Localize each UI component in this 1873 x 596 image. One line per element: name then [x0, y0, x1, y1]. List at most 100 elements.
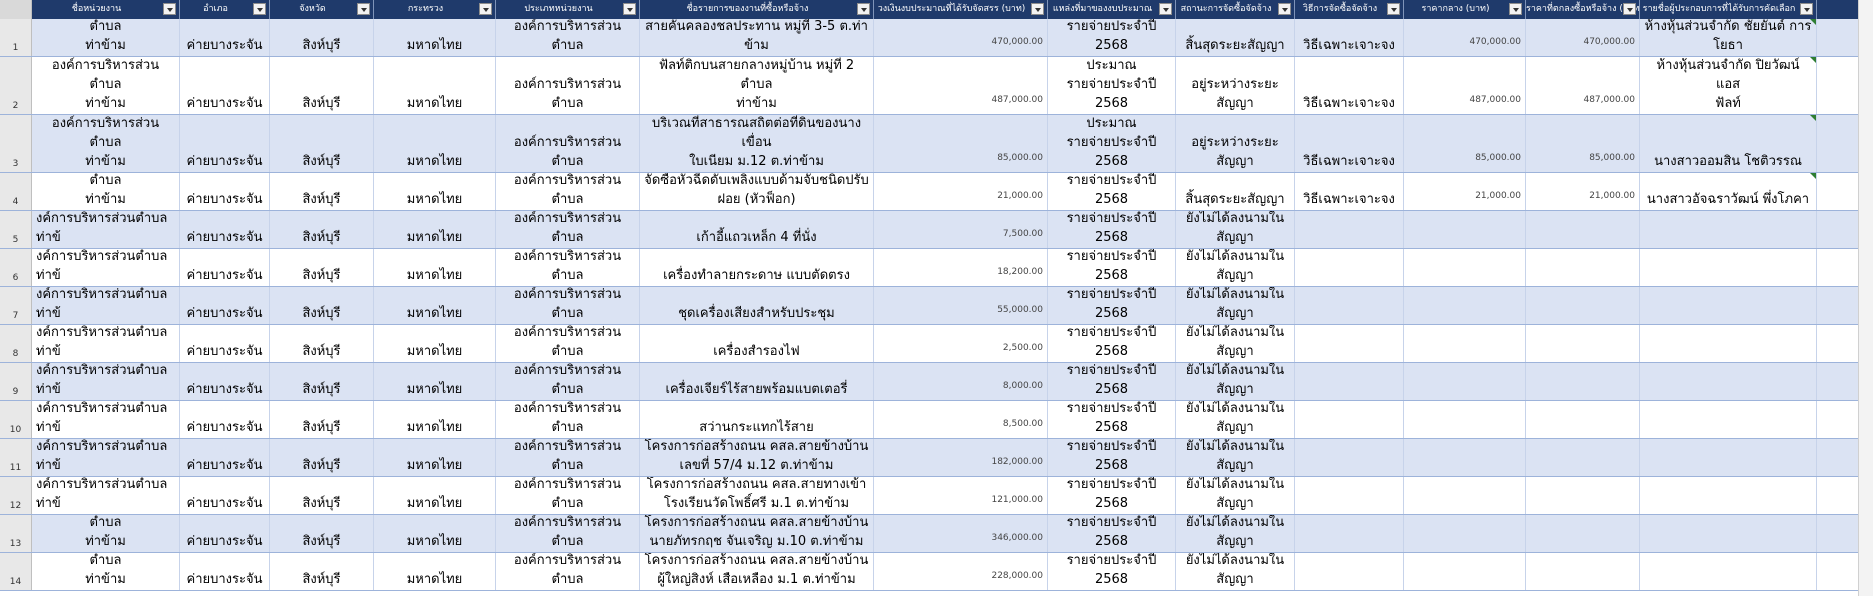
column-header-status[interactable]: สถานะการจัดซื้อจัดจ้าง	[1176, 0, 1295, 19]
cell-ministry[interactable]: มหาดไทย	[374, 249, 496, 286]
cell-type[interactable]: องค์การบริหารส่วนตำบล	[496, 325, 640, 362]
filter-dropdown-icon[interactable]	[479, 3, 492, 15]
cell-ministry[interactable]: มหาดไทย	[374, 19, 496, 56]
cell-vendor[interactable]: นางสาวออมสิน โชติวรรณ	[1640, 115, 1817, 172]
column-header-item[interactable]: ชื่อรายการของงานที่ซื้อหรือจ้าง	[640, 0, 874, 19]
cell-org[interactable]: งค์การบริหารส่วนตำบลท่าข้	[32, 363, 180, 400]
cell-province[interactable]: สิงห์บุรี	[270, 515, 374, 552]
cell-agreed[interactable]	[1526, 363, 1640, 400]
cell-ministry[interactable]: มหาดไทย	[374, 439, 496, 476]
cell-source[interactable]: ข้อบัญญัติงบประมาณ รายจ่ายประจำปี 2568	[1048, 439, 1176, 476]
column-header-district[interactable]: อำเภอ	[180, 0, 270, 19]
column-header-type[interactable]: ประเภทหน่วยงาน	[496, 0, 640, 19]
column-header-source[interactable]: แหล่งที่มาของงบประมาณ	[1048, 0, 1176, 19]
cell-source[interactable]: ข้อบัญญัติงบประมาณ รายจ่ายประจำปี 2568	[1048, 325, 1176, 362]
cell-district[interactable]: ค่ายบางระจัน	[180, 19, 270, 56]
row-number[interactable]: 2	[0, 57, 32, 114]
error-indicator-icon[interactable]	[1810, 173, 1816, 179]
cell-median[interactable]	[1404, 401, 1526, 438]
cell-item[interactable]: โครงการวางท่อระบายน้ำพร้อมบ่อพัก บริเวณท…	[640, 115, 874, 172]
table-row[interactable]: 7 งค์การบริหารส่วนตำบลท่าข้ ค่ายบางระจัน สิ…	[0, 287, 1873, 325]
cell-item[interactable]: โครงการปรับปรุงผิวจราจรเสริมผิวแอส ฟัลท์…	[640, 57, 874, 114]
filter-dropdown-icon[interactable]	[253, 3, 266, 15]
cell-budget[interactable]: 2,500.00	[874, 325, 1048, 362]
cell-item[interactable]: ค่าจ้างโครงการลงลูกรังบดอัดแน่นถนน สายคั…	[640, 19, 874, 56]
cell-status[interactable]: ยังไม่ได้ลงนามใน สัญญา	[1176, 249, 1295, 286]
cell-source[interactable]: ข้อบัญญัติงบประมาณ รายจ่ายประจำปี 2568	[1048, 249, 1176, 286]
cell-median[interactable]: 487,000.00	[1404, 57, 1526, 114]
cell-median[interactable]	[1404, 287, 1526, 324]
error-indicator-icon[interactable]	[1810, 57, 1816, 63]
cell-type[interactable]: องค์การบริหารส่วนตำบล	[496, 19, 640, 56]
cell-source[interactable]: ข้อบัญญัติงบประมาณ รายจ่ายประจำปี 2568	[1048, 363, 1176, 400]
cell-district[interactable]: ค่ายบางระจัน	[180, 477, 270, 514]
table-row[interactable]: 5 งค์การบริหารส่วนตำบลท่าข้ ค่ายบางระจัน สิ…	[0, 211, 1873, 249]
cell-item[interactable]: สว่านกระแทกไร้สาย	[640, 401, 874, 438]
cell-status[interactable]: ยังไม่ได้ลงนามใน สัญญา	[1176, 363, 1295, 400]
cell-agreed[interactable]: 487,000.00	[1526, 57, 1640, 114]
cell-status[interactable]: ยังไม่ได้ลงนามใน สัญญา	[1176, 287, 1295, 324]
cell-org[interactable]: องค์การบริหารส่วนตำบล ท่าข้าม	[32, 115, 180, 172]
cell-org[interactable]: งค์การบริหารส่วนตำบลท่าข้	[32, 211, 180, 248]
cell-agreed[interactable]: 21,000.00	[1526, 173, 1640, 210]
cell-status[interactable]: อยู่ระหว่างระยะ สัญญา	[1176, 57, 1295, 114]
filter-dropdown-icon[interactable]	[1387, 3, 1400, 15]
cell-vendor[interactable]: ห้างหุ้นส่วนจำกัด ปิยวัฒน์ แอส ฟัลท์	[1640, 57, 1817, 114]
cell-method[interactable]: วิธีเฉพาะเจาะจง	[1295, 19, 1404, 56]
filter-dropdown-icon[interactable]	[1278, 3, 1291, 15]
cell-type[interactable]: องค์การบริหารส่วนตำบล	[496, 553, 640, 590]
cell-province[interactable]: สิงห์บุรี	[270, 19, 374, 56]
row-number[interactable]: 1	[0, 19, 32, 56]
cell-type[interactable]: องค์การบริหารส่วนตำบล	[496, 401, 640, 438]
error-indicator-icon[interactable]	[1810, 19, 1816, 25]
cell-ministry[interactable]: มหาดไทย	[374, 553, 496, 590]
cell-budget[interactable]: 7,500.00	[874, 211, 1048, 248]
cell-method[interactable]	[1295, 439, 1404, 476]
row-number[interactable]: 8	[0, 325, 32, 362]
table-row[interactable]: 8 งค์การบริหารส่วนตำบลท่าข้ ค่ายบางระจัน สิ…	[0, 325, 1873, 363]
cell-budget[interactable]: 8,000.00	[874, 363, 1048, 400]
cell-median[interactable]: 21,000.00	[1404, 173, 1526, 210]
cell-province[interactable]: สิงห์บุรี	[270, 287, 374, 324]
cell-budget[interactable]: 487,000.00	[874, 57, 1048, 114]
cell-source[interactable]: ข้อบัญญัติงบประมาณ รายจ่ายประจำปี 2568	[1048, 477, 1176, 514]
cell-vendor[interactable]	[1640, 401, 1817, 438]
cell-median[interactable]: 85,000.00	[1404, 115, 1526, 172]
cell-province[interactable]: สิงห์บุรี	[270, 553, 374, 590]
cell-median[interactable]	[1404, 439, 1526, 476]
cell-source[interactable]: ข้อบัญญัติงบประมาณ รายจ่ายประจำปี 2568	[1048, 19, 1176, 56]
cell-org[interactable]: องค์การบริหารส่วนตำบล ท่าข้าม	[32, 57, 180, 114]
cell-item[interactable]: เก้าอี้แถวเหล็ก 4 ที่นั่ง	[640, 211, 874, 248]
cell-agreed[interactable]	[1526, 553, 1640, 590]
cell-item[interactable]: โครงการก่อสร้างถนน คสล.สายข้างบ้าน ผู้ให…	[640, 553, 874, 590]
row-number[interactable]: 14	[0, 553, 32, 590]
cell-status[interactable]: ยังไม่ได้ลงนามใน สัญญา	[1176, 325, 1295, 362]
table-row[interactable]: 11 งค์การบริหารส่วนตำบลท่าข้ ค่ายบางระจัน ส…	[0, 439, 1873, 477]
cell-ministry[interactable]: มหาดไทย	[374, 363, 496, 400]
cell-median[interactable]	[1404, 249, 1526, 286]
cell-median[interactable]	[1404, 515, 1526, 552]
cell-ministry[interactable]: มหาดไทย	[374, 115, 496, 172]
column-header-org[interactable]: ชื่อหน่วยงาน	[32, 0, 180, 19]
filter-dropdown-icon[interactable]	[1623, 3, 1636, 15]
cell-type[interactable]: องค์การบริหารส่วนตำบล	[496, 363, 640, 400]
cell-ministry[interactable]: มหาดไทย	[374, 211, 496, 248]
cell-vendor[interactable]	[1640, 211, 1817, 248]
cell-item[interactable]: ชุดเครื่องเสียงสำหรับประชุม	[640, 287, 874, 324]
table-row[interactable]: 14 องค์การบริหารส่วนตำบล ท่าข้ามค่ายบางระ…	[0, 553, 1873, 591]
cell-vendor[interactable]	[1640, 477, 1817, 514]
cell-province[interactable]: สิงห์บุรี	[270, 401, 374, 438]
row-number[interactable]: 5	[0, 211, 32, 248]
cell-org[interactable]: งค์การบริหารส่วนตำบลท่าข้	[32, 477, 180, 514]
table-row[interactable]: 9 งค์การบริหารส่วนตำบลท่าข้ ค่ายบางระจัน สิ…	[0, 363, 1873, 401]
cell-agreed[interactable]: 470,000.00	[1526, 19, 1640, 56]
cell-district[interactable]: ค่ายบางระจัน	[180, 115, 270, 172]
filter-dropdown-icon[interactable]	[857, 3, 870, 15]
cell-source[interactable]: ข้อบัญญัติงบประมาณ รายจ่ายประจำปี 2568	[1048, 173, 1176, 210]
cell-source[interactable]: ข้อบัญญัติงบประมาณ รายจ่ายประจำปี 2568	[1048, 115, 1176, 172]
cell-type[interactable]: องค์การบริหารส่วนตำบล	[496, 515, 640, 552]
cell-item[interactable]: โครงการก่อสร้างถนน คสล.สายข้างบ้าน เลขที…	[640, 439, 874, 476]
cell-vendor[interactable]	[1640, 287, 1817, 324]
cell-district[interactable]: ค่ายบางระจัน	[180, 439, 270, 476]
cell-district[interactable]: ค่ายบางระจัน	[180, 173, 270, 210]
